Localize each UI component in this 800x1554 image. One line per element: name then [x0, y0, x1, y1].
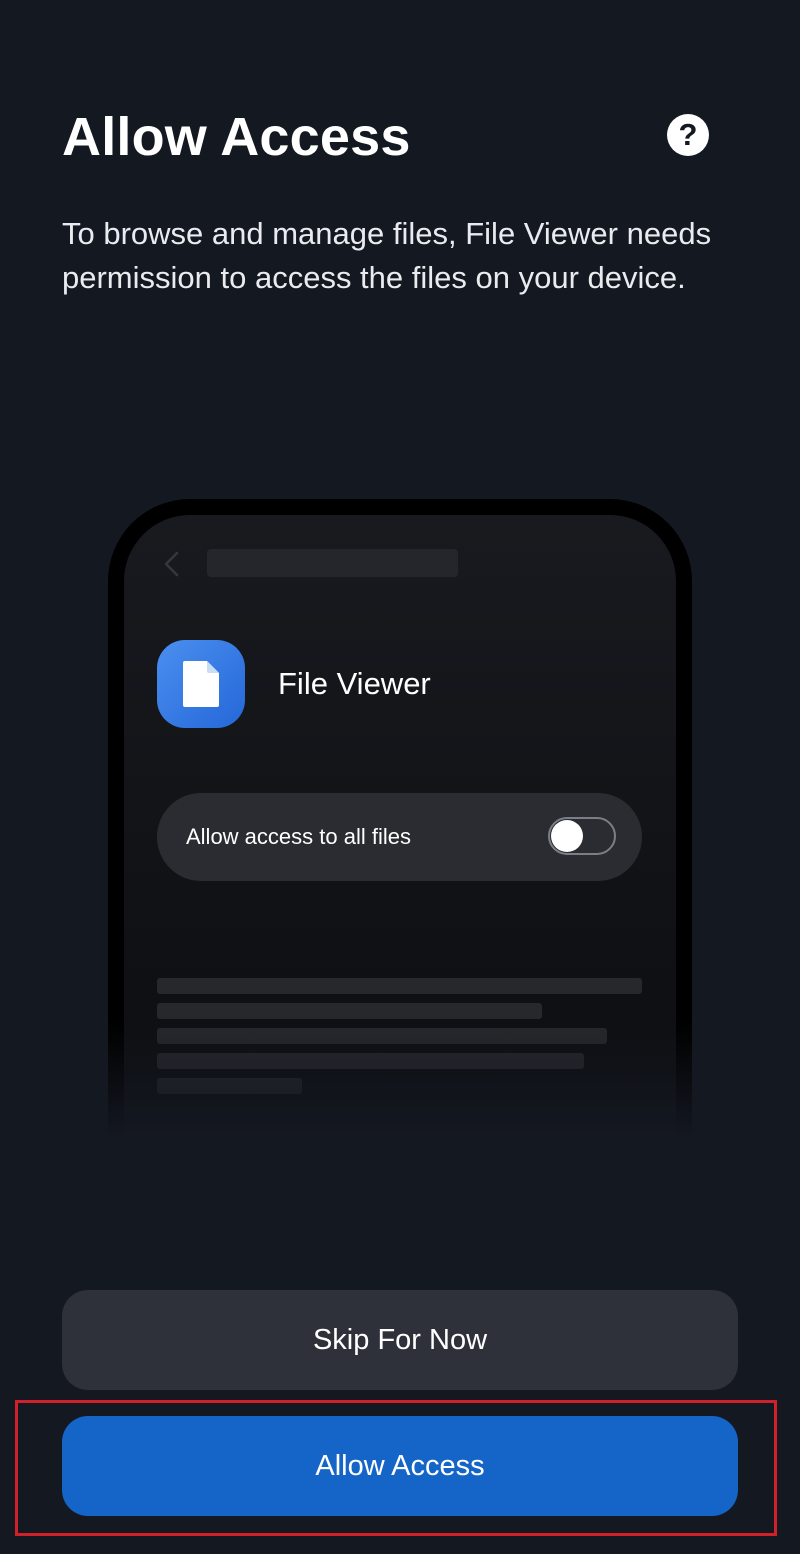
- placeholder-text-line: [157, 1028, 607, 1044]
- placeholder-text-line: [157, 1053, 584, 1069]
- skip-for-now-button[interactable]: Skip For Now: [62, 1290, 738, 1390]
- switch-knob: [551, 820, 583, 852]
- document-icon: [183, 661, 219, 707]
- question-mark-glyph: ?: [678, 117, 698, 152]
- toggle-label: Allow access to all files: [186, 824, 411, 849]
- placeholder-text-line: [157, 1003, 542, 1019]
- allow-access-button[interactable]: Allow Access: [62, 1416, 738, 1516]
- permission-description: To browse and manage files, File Viewer …: [62, 216, 712, 295]
- app-name-label: File Viewer: [278, 666, 431, 701]
- page-title: Allow Access: [62, 107, 411, 167]
- placeholder-text-line: [157, 978, 642, 994]
- back-arrow-icon: [164, 551, 179, 577]
- help-icon[interactable]: ?: [667, 114, 709, 156]
- allow-all-files-toggle-row[interactable]: Allow access to all files: [157, 793, 642, 881]
- placeholder-text-line: [157, 1078, 302, 1094]
- phone-illustration: File Viewer Allow access to all files: [108, 499, 692, 1139]
- allow-all-files-switch[interactable]: [548, 817, 616, 855]
- file-viewer-app-icon: [157, 640, 245, 728]
- phone-screen: File Viewer Allow access to all files: [124, 515, 676, 1139]
- placeholder-title-bar: [207, 549, 458, 577]
